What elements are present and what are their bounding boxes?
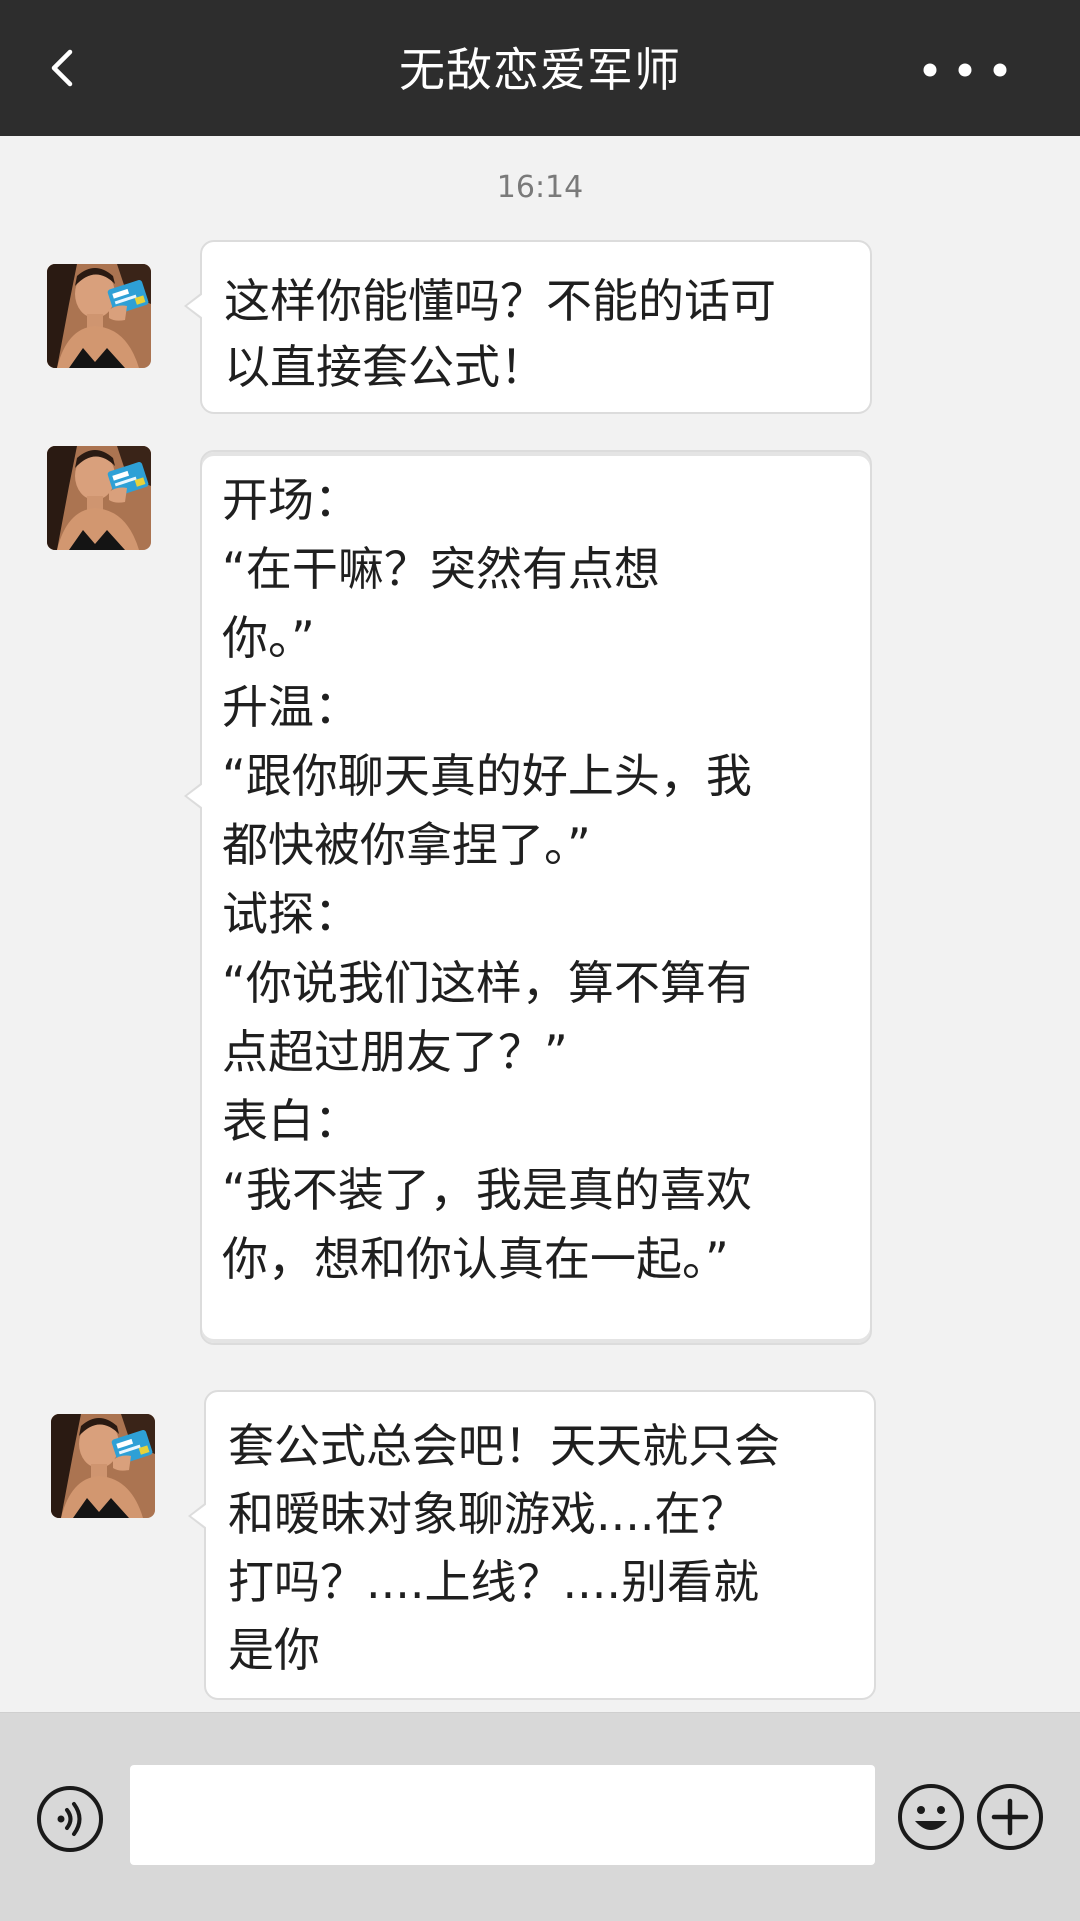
bubble-tail: [184, 782, 203, 810]
message-line: 你，想和你认真在一起。”: [222, 1232, 729, 1286]
message-bubble[interactable]: 这样你能懂吗？不能的话可 以直接套公式！: [184, 240, 872, 414]
message-line: 套公式总会吧！天天就只会: [228, 1419, 780, 1473]
more-functions-button[interactable]: [976, 1783, 1044, 1851]
message-timestamp: 16:14: [496, 170, 584, 205]
contact-avatar[interactable]: [47, 446, 151, 550]
message-input[interactable]: [130, 1765, 875, 1865]
message-line: 表白：: [222, 1094, 360, 1148]
message-line: 和暧昧对象聊游戏....在？: [228, 1487, 747, 1541]
message-line: 你。”: [222, 611, 315, 665]
message-bubble[interactable]: 套公式总会吧！天天就只会 和暧昧对象聊游戏....在？ 打吗？....上线？..…: [188, 1390, 876, 1700]
message-line: “你说我们这样，算不算有: [222, 956, 752, 1010]
voice-button[interactable]: [36, 1785, 104, 1853]
message-line: 开场：: [222, 473, 360, 527]
contact-avatar[interactable]: [51, 1414, 155, 1518]
emoji-button[interactable]: [897, 1783, 965, 1851]
message-line: 这样你能懂吗？不能的话可: [224, 274, 776, 328]
message-bubble[interactable]: 开场： “在干嘛？突然有点想 你。” 升温： “跟你聊天真的好上头，我 都快被你…: [184, 450, 872, 1345]
voice-icon: [37, 1786, 103, 1852]
message-line: 打吗？....上线？....别看就: [228, 1555, 759, 1609]
more-options-button[interactable]: [920, 58, 1010, 82]
message-line: 点超过朋友了？”: [222, 1025, 568, 1079]
more-dots-icon: [923, 63, 1007, 77]
message-line: “在干嘛？突然有点想: [222, 542, 660, 596]
chevron-left-icon: [51, 49, 73, 87]
message-line: 是你: [228, 1623, 320, 1677]
back-button[interactable]: [36, 38, 96, 98]
bubble-tail: [188, 1502, 207, 1530]
emoji-icon: [898, 1784, 964, 1850]
bubble-tail: [184, 292, 203, 320]
chat-title: 无敌恋爱军师: [399, 43, 681, 97]
message-line: 以直接套公式！: [224, 340, 546, 394]
contact-avatar[interactable]: [47, 264, 151, 368]
message-line: 试探：: [222, 887, 360, 941]
message-line: “我不装了，我是真的喜欢: [222, 1163, 752, 1217]
plus-icon: [977, 1784, 1043, 1850]
message-line: “跟你聊天真的好上头，我: [222, 749, 752, 803]
top-navigation-bar: 无敌恋爱军师: [0, 0, 1080, 136]
message-line: 升温：: [222, 680, 360, 734]
message-line: 都快被你拿捏了。”: [222, 818, 591, 872]
